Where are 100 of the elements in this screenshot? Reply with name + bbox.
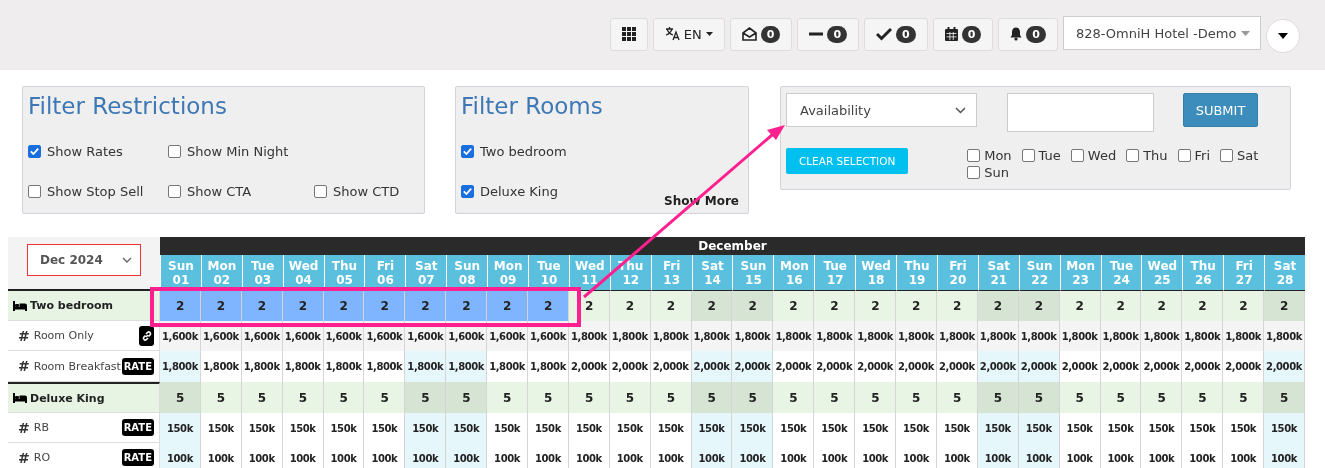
checkbox[interactable] [1070, 149, 1084, 162]
rate-cell[interactable]: 2,000k [1141, 351, 1183, 382]
rate-cell[interactable]: 1,800k [282, 351, 324, 382]
availability-cell[interactable]: 2 [323, 291, 365, 321]
availability-cell[interactable]: 5 [405, 382, 447, 413]
rate-cell[interactable]: 1,800k [160, 351, 201, 382]
rate-cell[interactable]: 2,000k [1223, 351, 1265, 382]
availability-cell[interactable]: 2 [691, 291, 733, 321]
availability-cell[interactable]: 5 [160, 382, 201, 413]
rate-cell[interactable]: 1,800k [1100, 321, 1142, 351]
rate-cell[interactable]: 2,000k [773, 351, 815, 382]
availability-cell[interactable]: 2 [1100, 291, 1142, 321]
availability-cell[interactable]: 2 [1141, 291, 1183, 321]
rate-cell[interactable]: 1,800k [691, 321, 733, 351]
availability-cell[interactable]: 2 [855, 291, 897, 321]
availability-cell[interactable]: 5 [446, 382, 488, 413]
rate-cell[interactable]: 100k [1264, 443, 1305, 468]
dropdown-button[interactable] [1266, 18, 1300, 53]
grid-button[interactable] [609, 17, 648, 51]
rate-cell[interactable]: 1,800k [855, 321, 897, 351]
rate-cell[interactable]: 2,000k [896, 351, 937, 382]
rate-cell[interactable]: 1,800k [323, 351, 365, 382]
rate-cell[interactable]: 1,800k [1059, 321, 1101, 351]
field-select[interactable]: Availability [786, 93, 977, 127]
availability-cell[interactable]: 2 [282, 291, 324, 321]
rate-cell[interactable]: 1,800k [568, 321, 610, 351]
rate-cell[interactable]: 2,000k [1100, 351, 1142, 382]
checkbox[interactable] [28, 184, 41, 198]
rate-cell[interactable]: 1,800k [487, 351, 529, 382]
rate-cell[interactable]: 1,800k [1141, 321, 1183, 351]
availability-cell[interactable]: 2 [487, 291, 529, 321]
rate-cell[interactable]: 2,000k [814, 351, 856, 382]
rate-cell[interactable]: 2,000k [1018, 351, 1060, 382]
availability-cell[interactable]: 5 [487, 382, 529, 413]
checkbox[interactable] [168, 144, 181, 158]
availability-cell[interactable]: 2 [528, 291, 569, 321]
availability-cell[interactable]: 5 [855, 382, 897, 413]
availability-cell[interactable]: 2 [814, 291, 856, 321]
checkbox[interactable] [168, 184, 181, 198]
availability-cell[interactable]: 5 [650, 382, 692, 413]
availability-cell[interactable]: 5 [1018, 382, 1060, 413]
availability-cell[interactable]: 5 [323, 382, 365, 413]
availability-cell[interactable]: 2 [773, 291, 815, 321]
availability-cell[interactable]: 5 [691, 382, 733, 413]
availability-cell[interactable]: 2 [241, 291, 283, 321]
rate-cell[interactable]: 1,800k [609, 321, 651, 351]
availability-cell[interactable]: 2 [977, 291, 1019, 321]
checkbox[interactable] [28, 144, 41, 158]
availability-cell[interactable]: 5 [936, 382, 978, 413]
availability-cell[interactable]: 2 [200, 291, 242, 321]
checkbox[interactable] [461, 144, 474, 158]
rate-cell[interactable]: 1,800k [241, 351, 283, 382]
availability-cell[interactable]: 2 [936, 291, 978, 321]
rate-cell[interactable]: 150k [160, 413, 201, 443]
value-input[interactable] [1007, 93, 1154, 132]
calendar-button[interactable]: 0 [932, 17, 994, 51]
rate-cell[interactable]: 150k [446, 413, 488, 443]
availability-cell[interactable]: 2 [1059, 291, 1101, 321]
submit-button[interactable]: SUBMIT [1183, 93, 1258, 127]
rate-cell[interactable]: 2,000k [1264, 351, 1305, 382]
rate-cell[interactable]: 1,800k [1018, 321, 1060, 351]
rate-cell[interactable]: 150k [732, 413, 774, 443]
rate-badge[interactable]: RATE [121, 419, 154, 436]
rate-cell[interactable]: 1,800k [1182, 321, 1224, 351]
availability-cell[interactable]: 5 [609, 382, 651, 413]
rate-cell[interactable]: 1,800k [977, 321, 1019, 351]
rate-cell[interactable]: 150k [1018, 413, 1060, 443]
availability-cell[interactable]: 5 [200, 382, 242, 413]
rate-cell[interactable]: 2,000k [650, 351, 692, 382]
rate-badge[interactable]: RATE [121, 357, 154, 375]
availability-cell[interactable]: 5 [1264, 382, 1305, 413]
rate-cell[interactable]: 1,800k [1264, 321, 1305, 351]
rate-cell[interactable]: 150k [1264, 413, 1305, 443]
availability-cell[interactable]: 2 [1264, 291, 1305, 321]
availability-cell[interactable]: 2 [650, 291, 692, 321]
checkbox[interactable] [1177, 149, 1191, 162]
availability-cell[interactable]: 2 [364, 291, 406, 321]
rate-cell[interactable]: 100k [446, 443, 488, 468]
rate-cell[interactable]: 150k [691, 413, 733, 443]
availability-cell[interactable]: 2 [405, 291, 447, 321]
availability-cell[interactable]: 5 [977, 382, 1019, 413]
bell-button[interactable]: 0 [998, 17, 1058, 51]
rate-cell[interactable]: 150k [977, 413, 1019, 443]
rate-cell[interactable]: 1,800k [896, 321, 937, 351]
availability-cell[interactable]: 5 [1223, 382, 1265, 413]
checkbox[interactable] [967, 149, 981, 162]
availability-cell[interactable]: 2 [732, 291, 774, 321]
rate-cell[interactable]: 100k [691, 443, 733, 468]
rate-cell[interactable]: 2,000k [936, 351, 978, 382]
availability-cell[interactable]: 2 [160, 291, 201, 321]
checkbox[interactable] [1021, 149, 1035, 162]
checkbox[interactable] [967, 166, 981, 179]
month-select[interactable]: Dec 2024 [27, 244, 141, 276]
checkbox[interactable] [1220, 149, 1234, 162]
availability-cell[interactable]: 5 [814, 382, 856, 413]
availability-cell[interactable]: 5 [1182, 382, 1224, 413]
rate-cell[interactable]: 2,000k [1182, 351, 1224, 382]
rate-cell[interactable]: 1,800k [446, 351, 488, 382]
availability-cell[interactable]: 5 [896, 382, 937, 413]
rate-cell[interactable]: 1,800k [405, 351, 447, 382]
